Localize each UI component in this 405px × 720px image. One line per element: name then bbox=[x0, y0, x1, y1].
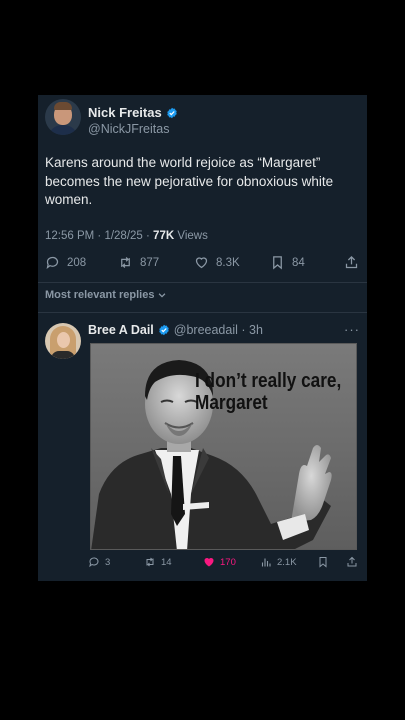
verified-badge-icon bbox=[159, 324, 169, 336]
sort-replies-dropdown[interactable]: Most relevant replies bbox=[45, 289, 167, 301]
divider bbox=[38, 282, 367, 283]
reply-header: Bree A Dail @breeadail · 3h bbox=[88, 323, 263, 337]
chevron-down-icon bbox=[159, 293, 166, 298]
bookmark-count: 84 bbox=[292, 256, 305, 269]
meme-caption-line2: Margaret bbox=[195, 392, 268, 414]
like-button[interactable]: 8.3K bbox=[194, 255, 240, 270]
repost-count: 877 bbox=[140, 256, 160, 269]
views-chart-icon bbox=[261, 558, 271, 567]
tweet-text: Karens around the world rejoice as “Marg… bbox=[45, 155, 334, 207]
repost-icon bbox=[146, 557, 154, 567]
reply-views-button[interactable]: 2.1K bbox=[260, 556, 297, 568]
share-icon bbox=[345, 255, 358, 269]
reply-like-count: 170 bbox=[220, 556, 236, 568]
bookmark-icon bbox=[319, 557, 327, 568]
reply-repost-count: 14 bbox=[161, 556, 172, 568]
tweet-card: Nick Freitas @NickJFreitas Karens around… bbox=[38, 95, 367, 581]
verified-badge-icon bbox=[166, 107, 177, 118]
meme-caption: I don’t really care, Margaret bbox=[195, 370, 341, 414]
author-name[interactable]: Nick Freitas bbox=[88, 105, 162, 120]
heart-icon bbox=[195, 257, 208, 269]
author-handle[interactable]: @NickJFreitas bbox=[88, 122, 169, 136]
divider bbox=[38, 312, 367, 313]
views-count: 77K bbox=[153, 230, 175, 242]
sort-replies-label: Most relevant replies bbox=[45, 289, 155, 301]
share-icon bbox=[347, 556, 357, 567]
reply-bookmark-button[interactable] bbox=[317, 556, 329, 568]
reply-actions: 3 14 170 2.1K bbox=[88, 556, 363, 572]
reply-views-count: 2.1K bbox=[277, 556, 297, 568]
reply-reply-button[interactable]: 3 bbox=[88, 556, 110, 568]
reply-button[interactable]: 208 bbox=[45, 255, 86, 270]
meme-caption-line1: I don’t really care, bbox=[195, 370, 342, 392]
reply-author-avatar[interactable] bbox=[45, 323, 81, 359]
reply-author-name[interactable]: Bree A Dail bbox=[88, 323, 154, 337]
reply-icon bbox=[46, 256, 59, 269]
tweet-author[interactable]: Nick Freitas @NickJFreitas bbox=[45, 99, 345, 139]
bookmark-icon bbox=[273, 256, 282, 270]
bookmark-button[interactable]: 84 bbox=[270, 255, 305, 270]
reply-reply-count: 3 bbox=[105, 556, 111, 568]
repost-icon bbox=[121, 257, 130, 268]
heart-filled-icon bbox=[204, 558, 214, 567]
reply-repost-button[interactable]: 14 bbox=[144, 556, 172, 568]
reply-tweet[interactable]: Bree A Dail @breeadail · 3h ··· I don’t … bbox=[38, 317, 367, 581]
share-button[interactable] bbox=[344, 255, 359, 270]
reply-like-button[interactable]: 170 bbox=[203, 556, 236, 568]
reply-share-button[interactable] bbox=[346, 556, 358, 568]
tweet-actions: 208 877 8.3K 84 bbox=[45, 255, 361, 273]
reply-icon bbox=[89, 557, 99, 568]
author-avatar[interactable] bbox=[45, 99, 81, 135]
meme-image[interactable]: I don’t really care, Margaret bbox=[90, 343, 357, 550]
tweet-timestamp[interactable]: 12:56 PM · 1/28/25 · bbox=[45, 230, 153, 242]
more-options-icon[interactable]: ··· bbox=[344, 322, 360, 337]
reply-count: 208 bbox=[67, 256, 87, 269]
views-label: Views bbox=[174, 230, 208, 242]
repost-button[interactable]: 877 bbox=[118, 255, 159, 270]
tweet-meta: 12:56 PM · 1/28/25 · 77K Views bbox=[45, 230, 208, 242]
reply-author-handle[interactable]: @breeadail · 3h bbox=[174, 323, 263, 337]
like-count: 8.3K bbox=[216, 256, 240, 269]
